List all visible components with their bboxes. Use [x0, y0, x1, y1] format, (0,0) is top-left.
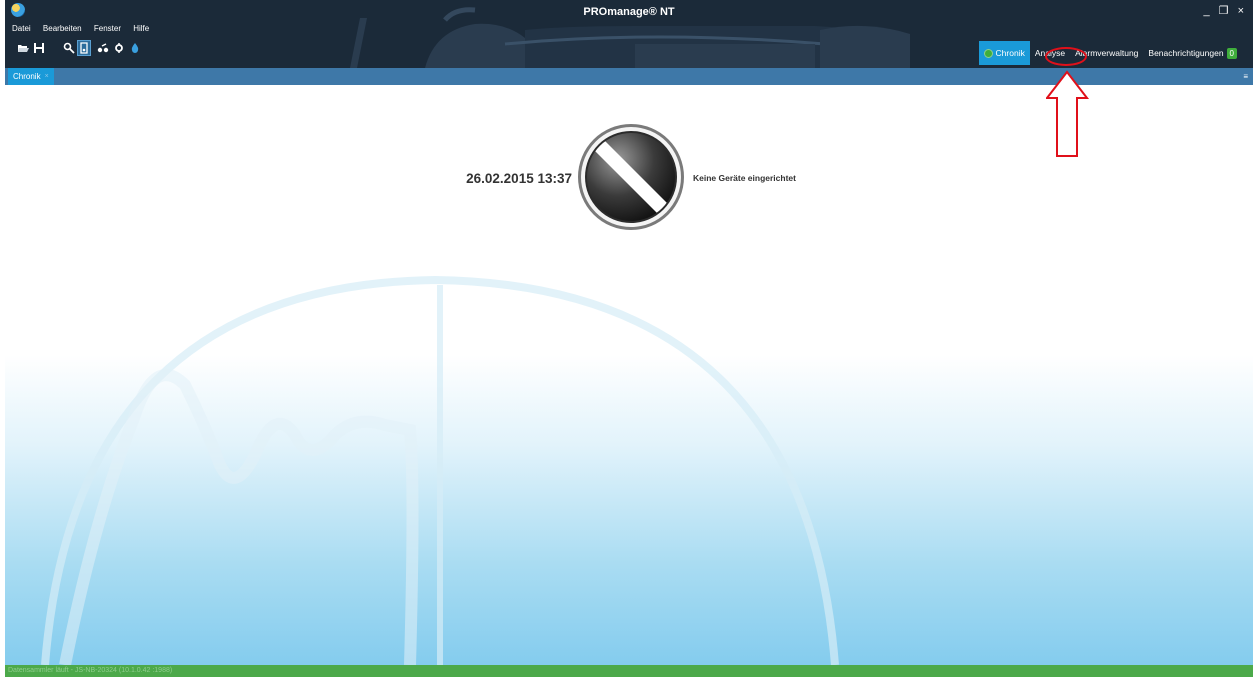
- chronik-status-icon: [983, 48, 993, 58]
- menu-bar: Datei Bearbeiten Fenster Hilfe: [12, 24, 159, 33]
- app-window: PROmanage® NT _ ❐ × Datei Bearbeiten Fen…: [0, 0, 1253, 677]
- close-button[interactable]: ×: [1238, 5, 1247, 17]
- main-navigation: Chronik Analyse Alarmverwaltung Benachri…: [978, 41, 1242, 65]
- notification-count-badge: 0: [1226, 48, 1237, 59]
- tab-benachrichtigungen-label: Benachrichtigungen: [1148, 48, 1224, 58]
- window-controls: _ ❐ ×: [1203, 4, 1247, 17]
- tab-chronik[interactable]: Chronik: [978, 41, 1030, 65]
- chronik-content-area: 26.02.2015 13:37 Keine Geräte eingericht…: [5, 85, 1253, 665]
- status-bar: Datensammler läuft - JS-NB-20324 (10.1.0…: [5, 665, 1253, 677]
- open-folder-icon[interactable]: [17, 42, 29, 54]
- doc-tab-chronik[interactable]: Chronik ×: [8, 68, 54, 85]
- minimize-button[interactable]: _: [1203, 5, 1212, 17]
- save-icon[interactable]: [33, 42, 45, 54]
- menu-fenster[interactable]: Fenster: [94, 24, 121, 33]
- annotation-arrow-icon: [1046, 70, 1090, 157]
- no-devices-message: Keine Geräte eingerichtet: [693, 173, 796, 183]
- menu-datei[interactable]: Datei: [12, 24, 31, 33]
- current-timestamp: 26.02.2015 13:37: [466, 171, 572, 186]
- menu-bearbeiten[interactable]: Bearbeiten: [43, 24, 82, 33]
- droplet-icon[interactable]: [129, 42, 141, 54]
- settings-icon[interactable]: [113, 42, 125, 54]
- zoom-icon[interactable]: [63, 42, 75, 54]
- select-device-icon[interactable]: [77, 40, 91, 56]
- no-devices-prohibited-icon: [578, 124, 684, 230]
- tab-chronik-label: Chronik: [995, 48, 1025, 58]
- tab-benachrichtigungen[interactable]: Benachrichtigungen 0: [1143, 41, 1242, 65]
- menu-hilfe[interactable]: Hilfe: [133, 24, 149, 33]
- restore-button[interactable]: ❐: [1219, 4, 1232, 17]
- tab-list-menu-icon[interactable]: ≡: [1243, 72, 1248, 81]
- doc-tab-label: Chronik: [13, 72, 41, 81]
- connect-icon[interactable]: [97, 42, 109, 54]
- close-icon[interactable]: ×: [45, 68, 49, 85]
- window-title: PROmanage® NT: [583, 6, 675, 18]
- annotation-highlight-oval: [1045, 47, 1087, 66]
